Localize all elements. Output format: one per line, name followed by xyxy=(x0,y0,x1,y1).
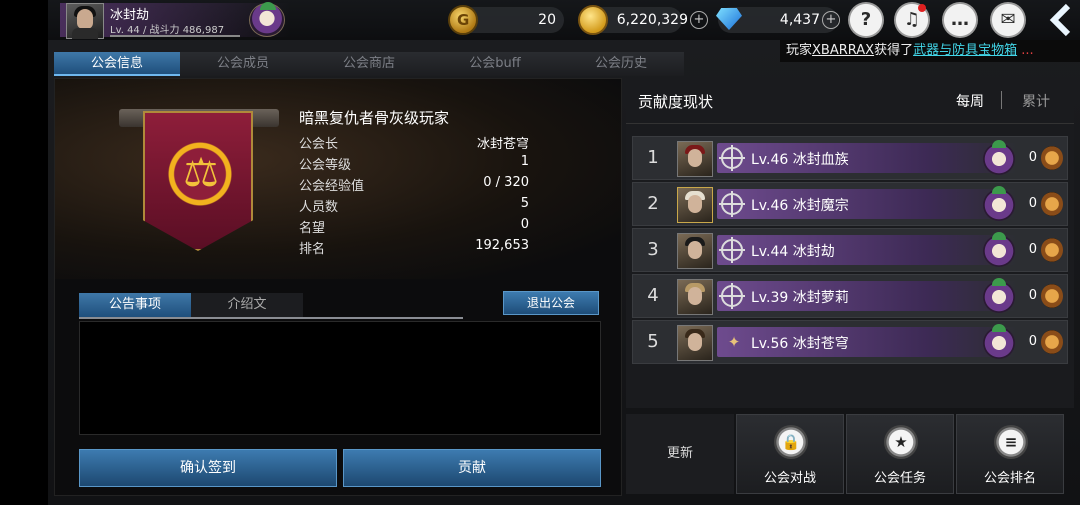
contribution-title: 贡献度现状 xyxy=(638,93,714,111)
guild-screen: 冰封劫 Lv. 44 / 战斗力 486,987 G 20 6,220,329 … xyxy=(48,0,1080,505)
info-row-reputation: 名望 0 xyxy=(299,217,529,236)
podium-icon: ≡ xyxy=(994,425,1028,459)
jester-icon xyxy=(983,232,1015,267)
quit-guild-button[interactable]: 退出公会 xyxy=(503,291,599,315)
member-name-bar: Lv.39 冰封萝莉 xyxy=(717,278,1017,313)
member-avatar xyxy=(677,187,713,223)
gold-coin-icon xyxy=(578,5,608,35)
guild-action-bar: 更新 🔒 公会对战 ★ 公会任务 ≡ 公会排名 xyxy=(626,414,1078,496)
info-row-exp: 公会经验值 0 / 320 xyxy=(299,175,529,194)
crosshair-icon xyxy=(719,191,745,217)
quest-star-icon: ★ xyxy=(884,425,918,459)
lion-badge-icon xyxy=(1041,238,1063,262)
member-name-bar: Lv.46 冰封魔宗 xyxy=(717,186,1017,221)
rank-row[interactable]: 5 ✦ Lv.56 冰封苍穹 0 xyxy=(632,320,1068,364)
gem-value: 4,437 xyxy=(779,12,820,28)
player-level-power: Lv. 44 / 战斗力 486,987 xyxy=(110,25,225,36)
lion-badge-icon xyxy=(1041,146,1063,170)
jester-icon xyxy=(983,186,1015,221)
info-row-leader: 公会长 冰封苍穹 xyxy=(299,137,529,152)
member-avatar xyxy=(677,233,713,269)
player-avatar[interactable] xyxy=(66,3,104,39)
lion-badge-icon xyxy=(1041,192,1063,216)
subtab-introduction[interactable]: 介绍文 xyxy=(191,293,303,317)
g-point-counter: G 20 xyxy=(448,5,564,35)
jester-icon xyxy=(983,278,1015,313)
bell-icon[interactable]: ♫ xyxy=(894,2,930,38)
rank-row[interactable]: 2 Lv.46 冰封魔宗 0 xyxy=(632,182,1068,226)
guild-war-button[interactable]: 🔒 公会对战 xyxy=(736,414,844,494)
gold-value: 6,220,329 xyxy=(616,12,688,28)
announcement-textarea[interactable] xyxy=(79,321,601,435)
info-row-rank: 排名 192,653 xyxy=(299,238,529,257)
g-point-value: 20 xyxy=(538,12,556,28)
member-avatar xyxy=(677,325,713,361)
guild-quest-button[interactable]: ★ 公会任务 xyxy=(846,414,954,494)
gold-counter: 6,220,329 + xyxy=(578,5,708,35)
lock-icon: 🔒 xyxy=(774,425,808,459)
back-arrow-icon[interactable] xyxy=(1044,2,1078,38)
chat-icon[interactable]: … xyxy=(942,2,978,38)
left-edge xyxy=(0,0,48,505)
acquisition-ticker[interactable]: 玩家XBARRAX获得了武器与防具宝物箱 ... xyxy=(780,40,1080,62)
contribution-panel: 贡献度现状 每周 累计 1 Lv.46 冰封血族 0 2 Lv.46 冰封魔宗 … xyxy=(626,78,1074,408)
top-bar: 冰封劫 Lv. 44 / 战斗力 486,987 G 20 6,220,329 … xyxy=(48,0,1080,40)
help-icon[interactable]: ? xyxy=(848,2,884,38)
add-gold-button[interactable]: + xyxy=(690,11,708,29)
lion-badge-icon xyxy=(1041,330,1063,354)
info-row-members: 人员数 5 xyxy=(299,196,529,215)
guild-name: 暗黑复仇者骨灰级玩家 xyxy=(299,109,450,127)
gem-counter: 4,437 + xyxy=(716,7,840,33)
add-gem-button[interactable]: + xyxy=(822,11,840,29)
checkin-button[interactable]: 确认签到 xyxy=(79,449,337,487)
crosshair-icon xyxy=(719,145,745,171)
tab-guild-info[interactable]: 公会信息 xyxy=(54,52,180,76)
player-exp-bar xyxy=(110,35,240,37)
period-divider xyxy=(1001,91,1002,109)
contribute-button[interactable]: 贡献 xyxy=(343,449,601,487)
lion-badge-icon xyxy=(1041,284,1063,308)
guild-header: ⚖ 暗黑复仇者骨灰级玩家 公会长 冰封苍穹 公会等级 1 公会经验值 0 / 320 … xyxy=(55,79,621,279)
scales-icon: ⚖ xyxy=(183,150,219,196)
guild-banner: ⚖ xyxy=(113,97,283,257)
rank-row[interactable]: 3 Lv.44 冰封劫 0 xyxy=(632,228,1068,272)
period-weekly-toggle[interactable]: 每周 xyxy=(956,91,984,111)
info-row-level: 公会等级 1 xyxy=(299,154,529,173)
tab-guild-buff[interactable]: 公会buff xyxy=(432,52,558,76)
rank-row[interactable]: 4 Lv.39 冰封萝莉 0 xyxy=(632,274,1068,318)
member-name-bar: Lv.46 冰封血族 xyxy=(717,140,1017,175)
subtab-announcement[interactable]: 公告事项 xyxy=(79,293,191,317)
g-coin-icon: G xyxy=(448,5,478,35)
tab-guild-shop[interactable]: 公会商店 xyxy=(306,52,432,76)
gem-icon xyxy=(716,8,742,30)
panel-divider xyxy=(626,123,1074,124)
tab-guild-history[interactable]: 公会历史 xyxy=(558,52,684,76)
jester-icon[interactable] xyxy=(249,2,285,37)
member-avatar xyxy=(677,279,713,315)
jester-icon xyxy=(983,324,1015,359)
jester-icon xyxy=(983,140,1015,175)
mail-icon[interactable]: ✉ xyxy=(990,2,1026,38)
refresh-button[interactable]: 更新 xyxy=(626,414,734,494)
member-avatar xyxy=(677,141,713,177)
crosshair-icon xyxy=(719,237,745,263)
announcement-subtabs: 公告事项 介绍文 xyxy=(79,293,463,319)
member-name-bar: ✦ Lv.56 冰封苍穹 xyxy=(717,324,1017,359)
member-name-bar: Lv.44 冰封劫 xyxy=(717,232,1017,267)
crosshair-icon xyxy=(719,283,745,309)
rank-row[interactable]: 1 Lv.46 冰封血族 0 xyxy=(632,136,1068,180)
period-total-toggle[interactable]: 累计 xyxy=(1022,91,1050,111)
tab-guild-members[interactable]: 公会成员 xyxy=(180,52,306,76)
wings-emblem-icon: ✦ xyxy=(727,333,741,351)
guild-ranking-button[interactable]: ≡ 公会排名 xyxy=(956,414,1064,494)
guild-info-panel: ⚖ 暗黑复仇者骨灰级玩家 公会长 冰封苍穹 公会等级 1 公会经验值 0 / 320 … xyxy=(54,78,622,496)
